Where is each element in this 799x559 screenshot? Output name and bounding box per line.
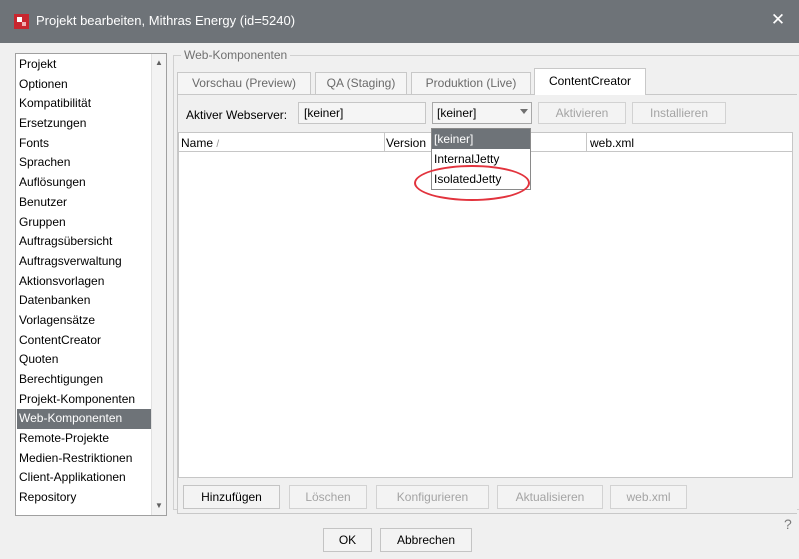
group-title: Web-Komponenten bbox=[181, 48, 291, 62]
webserver-value-field: [keiner] bbox=[298, 102, 426, 124]
webxml-button[interactable]: web.xml bbox=[610, 485, 687, 509]
cancel-button[interactable]: Abbrechen bbox=[380, 528, 472, 552]
sidebar-item-optionen[interactable]: Optionen bbox=[17, 75, 151, 95]
project-edit-icon bbox=[14, 14, 29, 29]
update-button[interactable]: Aktualisieren bbox=[497, 485, 603, 509]
tab-live[interactable]: Produktion (Live) bbox=[411, 72, 531, 94]
sidebar-item-sprachen[interactable]: Sprachen bbox=[17, 153, 151, 173]
install-button[interactable]: Installieren bbox=[632, 102, 726, 124]
sidebar-item-remote-projekte[interactable]: Remote-Projekte bbox=[17, 429, 151, 449]
tab-contentcreator[interactable]: ContentCreator bbox=[534, 68, 646, 95]
delete-button[interactable]: Löschen bbox=[289, 485, 367, 509]
tab-preview[interactable]: Vorschau (Preview) bbox=[177, 72, 311, 94]
sidebar-item-medien-restriktionen[interactable]: Medien-Restriktionen bbox=[17, 449, 151, 469]
sidebar-item-kompatibilitaet[interactable]: Kompatibilität bbox=[17, 94, 151, 114]
ok-button[interactable]: OK bbox=[323, 528, 372, 552]
column-divider[interactable] bbox=[586, 133, 587, 151]
sidebar-item-client-applikationen[interactable]: Client-Applikationen bbox=[17, 468, 151, 488]
webserver-dropdown-list[interactable]: [keiner] InternalJetty IsolatedJetty bbox=[431, 128, 531, 190]
column-divider[interactable] bbox=[384, 133, 385, 151]
sort-indicator: / bbox=[216, 139, 220, 150]
sidebar-item-repository[interactable]: Repository bbox=[17, 488, 151, 508]
sidebar-item-datenbanken[interactable]: Datenbanken bbox=[17, 291, 151, 311]
scroll-up-icon[interactable]: ▲ bbox=[152, 56, 166, 70]
chevron-down-icon bbox=[520, 109, 528, 114]
add-button[interactable]: Hinzufügen bbox=[183, 485, 280, 509]
sidebar-item-quoten[interactable]: Quoten bbox=[17, 350, 151, 370]
help-icon[interactable]: ? bbox=[784, 516, 792, 532]
close-icon[interactable]: ✕ bbox=[768, 10, 788, 30]
sidebar-item-berechtigungen[interactable]: Berechtigungen bbox=[17, 370, 151, 390]
sidebar-item-ersetzungen[interactable]: Ersetzungen bbox=[17, 114, 151, 134]
sidebar-list[interactable]: Projekt Optionen Kompatibilität Ersetzun… bbox=[15, 53, 167, 516]
sidebar-item-auftragsuebersicht[interactable]: Auftragsübersicht bbox=[17, 232, 151, 252]
option-internaljetty[interactable]: InternalJetty bbox=[432, 149, 530, 169]
title-bar: Projekt bearbeiten, Mithras Energy (id=5… bbox=[0, 0, 799, 43]
column-header-version[interactable]: Version bbox=[386, 136, 426, 150]
dialog-body: Projekt Optionen Kompatibilität Ersetzun… bbox=[0, 43, 799, 559]
webserver-label: Aktiver Webserver: bbox=[186, 108, 288, 122]
sidebar-item-projekt[interactable]: Projekt bbox=[17, 55, 151, 75]
sidebar-item-benutzer[interactable]: Benutzer bbox=[17, 193, 151, 213]
column-header-webxml[interactable]: web.xml bbox=[590, 136, 634, 150]
tab-staging[interactable]: QA (Staging) bbox=[315, 72, 407, 94]
option-keiner[interactable]: [keiner] bbox=[432, 129, 530, 149]
sidebar-item-fonts[interactable]: Fonts bbox=[17, 134, 151, 154]
sidebar-items: Projekt Optionen Kompatibilität Ersetzun… bbox=[17, 55, 151, 508]
configure-button[interactable]: Konfigurieren bbox=[376, 485, 489, 509]
webserver-select-value: [keiner] bbox=[437, 106, 477, 120]
sidebar-item-gruppen[interactable]: Gruppen bbox=[17, 213, 151, 233]
option-isolatedjetty[interactable]: IsolatedJetty bbox=[432, 169, 530, 189]
sidebar-item-web-komponenten[interactable]: Web-Komponenten bbox=[17, 409, 151, 430]
window-title: Projekt bearbeiten, Mithras Energy (id=5… bbox=[36, 13, 296, 28]
sidebar-item-projekt-komponenten[interactable]: Projekt-Komponenten bbox=[17, 390, 151, 410]
scroll-down-icon[interactable]: ▼ bbox=[152, 499, 166, 513]
sidebar-item-auftragsverwaltung[interactable]: Auftragsverwaltung bbox=[17, 252, 151, 272]
activate-button[interactable]: Aktivieren bbox=[538, 102, 626, 124]
column-header-name[interactable]: Name / bbox=[181, 136, 219, 150]
sidebar-item-vorlagensaetze[interactable]: Vorlagensätze bbox=[17, 311, 151, 331]
webserver-select[interactable]: [keiner] bbox=[432, 102, 532, 124]
sidebar-item-aufloesungen[interactable]: Auflösungen bbox=[17, 173, 151, 193]
sidebar-scrollbar[interactable]: ▲ ▼ bbox=[151, 54, 166, 515]
sidebar-item-aktionsvorlagen[interactable]: Aktionsvorlagen bbox=[17, 272, 151, 292]
sidebar-item-contentcreator[interactable]: ContentCreator bbox=[17, 331, 151, 351]
